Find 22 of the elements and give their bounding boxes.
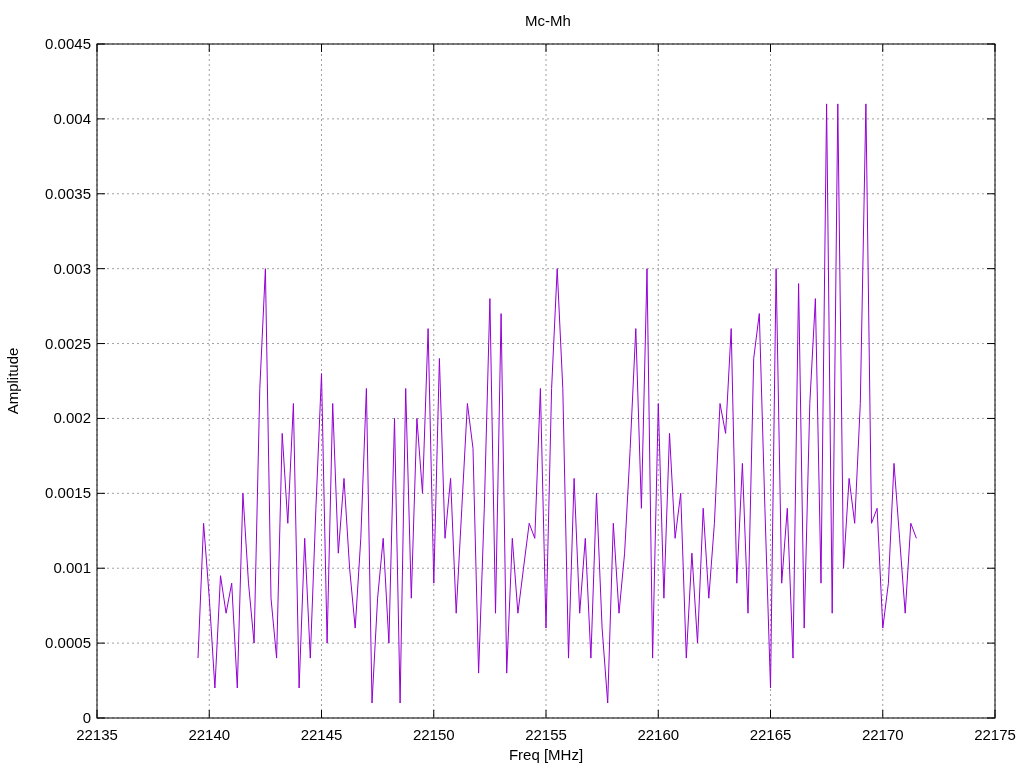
axis-tick-label: 0.004: [53, 109, 91, 127]
x-axis-title: Freq [MHz]: [508, 746, 584, 763]
axis-tick-label: 22160: [637, 726, 680, 743]
axis-tick-label: 0: [82, 709, 91, 726]
axis-tick-label: 0.0015: [45, 484, 91, 502]
y-axis-title: Amplitude: [4, 347, 21, 415]
axis-tick-label: 22135: [76, 726, 118, 743]
axis-tick-label: 0.002: [53, 409, 91, 427]
axis-tick-label: 22165: [749, 726, 792, 743]
axis-tick-label: 0.0025: [45, 334, 91, 352]
axis-tick-label: 22145: [300, 726, 343, 743]
axis-tick-label: 0.003: [53, 259, 91, 277]
axis-tick-label: 22170: [861, 726, 904, 743]
axis-tick-label: 0.001: [53, 559, 91, 577]
axis-tick-label: 22155: [525, 726, 567, 743]
axis-tick-label: 22140: [188, 726, 231, 743]
chart-title: Mc-Mh: [525, 12, 571, 29]
axis-tick-label: 0.0035: [45, 184, 91, 202]
axis-tick-label: 22150: [412, 726, 455, 743]
axis-tick-label: 0.0045: [45, 35, 91, 52]
axis-tick-label: 22175: [974, 726, 1016, 743]
axis-tick-label: 0.0005: [45, 634, 91, 652]
